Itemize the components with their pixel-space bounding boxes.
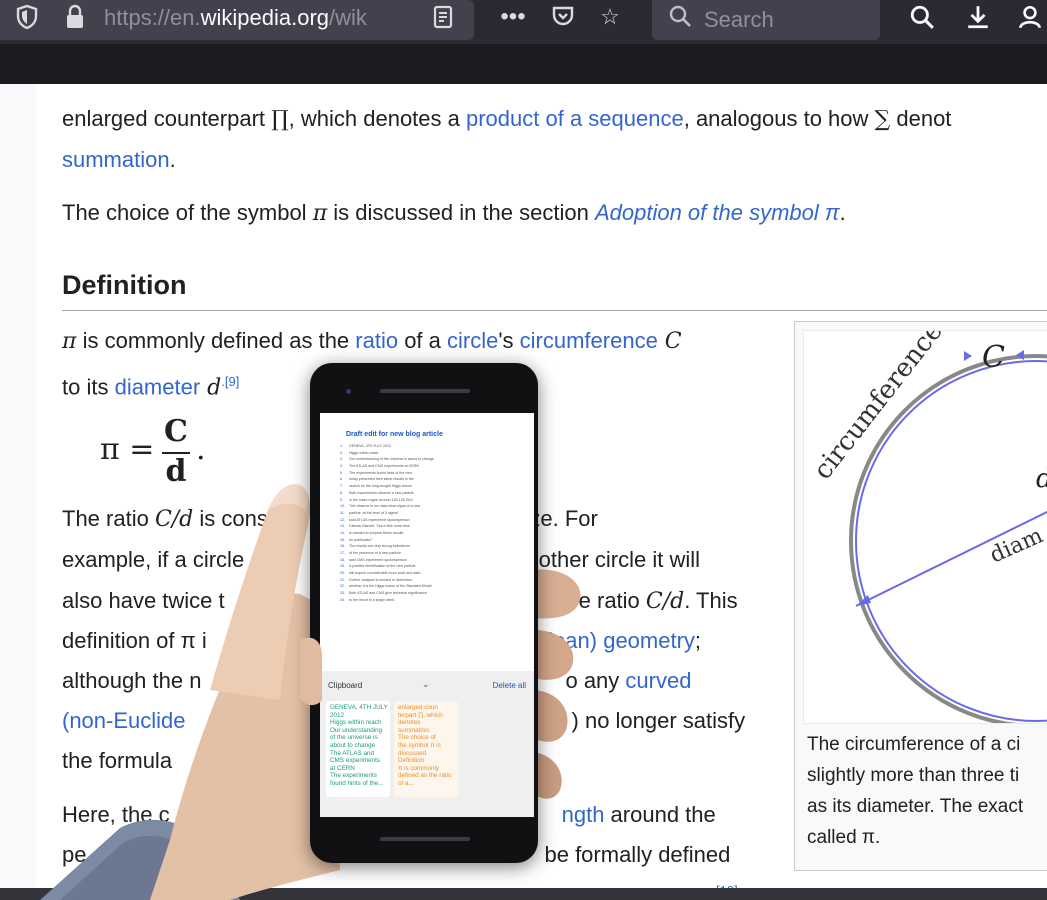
hand-fingers-overlay — [300, 637, 322, 706]
